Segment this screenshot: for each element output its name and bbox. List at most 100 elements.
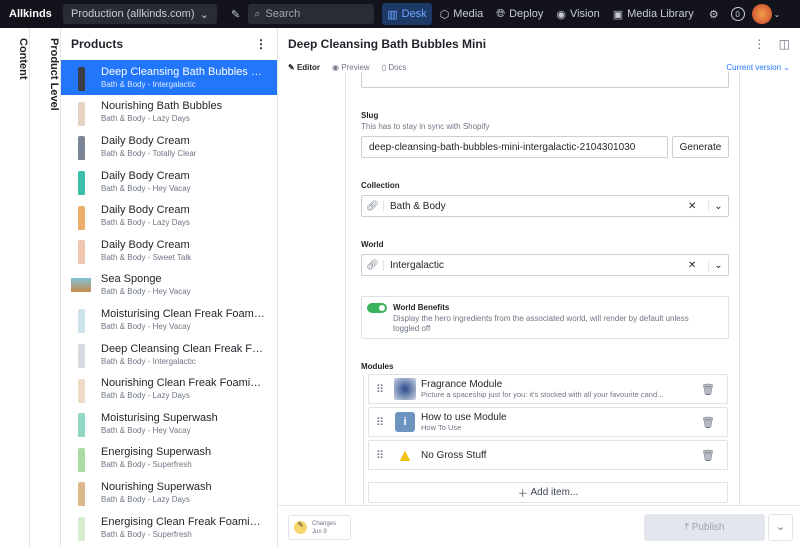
world-benefits-toggle[interactable] [367,303,387,313]
brand[interactable]: Allkinds [9,8,63,20]
product-thumbnail [71,340,91,369]
list-item[interactable]: Nourishing Superwash Bath & Body - Lazy D… [61,475,277,510]
modules-label: Modules [361,362,394,371]
changes-button[interactable]: ✎ Changes Jun 9 [288,515,351,540]
nav-vision[interactable]: ◉ Vision [551,3,604,25]
version-select[interactable]: Current version ⌄ [726,63,790,72]
chevron-down-icon[interactable]: ⌄ [708,259,728,271]
clear-icon[interactable]: ✕ [688,260,708,271]
list-item[interactable]: Deep Cleansing Bath Bubbles Mini Bath & B… [61,60,277,95]
pane-title: Products [71,37,124,51]
chevron-down-icon[interactable]: ⌄ [774,10,781,19]
help-icon[interactable]: ⚙ [709,8,719,21]
nav-label: Media Library [627,8,694,20]
publish-button[interactable]: ⤒ Publish [644,514,765,541]
slug-input[interactable]: deep-cleansing-bath-bubbles-mini-interga… [361,136,668,158]
world-benefits-description: Display the hero ingredients from the as… [393,314,689,333]
nav-deploy[interactable]: 🌐︎ Deploy [491,3,548,25]
drag-handle-icon[interactable]: ⠿ [369,416,391,429]
nav-label: Desk [401,8,427,20]
add-item-button[interactable]: ＋ Add item... [368,482,728,503]
tab-content[interactable]: Content [0,28,30,547]
nav-desk[interactable]: ▥ Desk [382,3,432,25]
item-title: Nourishing Clean Freak Foaming ... [101,377,266,390]
version-label: Current version [726,62,782,72]
more-icon[interactable]: ⋮ [753,37,765,51]
module-item[interactable]: ⠿ Fragrance Module Picture a spaceship jus… [368,374,728,404]
product-thumbnail [71,236,91,265]
product-thumbnail [71,271,91,299]
slug-description: This has to stay in sync with Shopify [361,122,490,131]
drag-handle-icon[interactable]: ⠿ [369,449,391,462]
list-item[interactable]: Energising Clean Freak Foaming H... Bath … [61,510,277,545]
module-title: Fragrance Module [421,379,503,390]
product-thumbnail [71,167,91,196]
search-input[interactable]: ⌕ Search [248,4,375,24]
previous-field[interactable] [361,72,729,88]
collection-reference[interactable]: 🔗︎ Bath & Body ✕ ⌄ [361,195,729,217]
item-title: Deep Cleansing Bath Bubbles Mini [101,65,266,78]
nav-media[interactable]: ⬡ Media [435,3,489,25]
dataset-label: Production (allkinds.com) [71,8,195,20]
globe-icon: 🌐︎ [496,7,506,20]
trash-icon[interactable]: 🗑︎ [701,449,727,462]
document-title: Deep Cleansing Bath Bubbles Mini [288,37,487,51]
item-subtitle: Bath & Body - Hey Vacay [101,321,191,331]
item-title: Moisturising Clean Freak Foaming ... [101,307,266,320]
tab-preview[interactable]: ◉ Preview [332,63,370,72]
search-placeholder: Search [265,8,301,20]
drag-handle-icon[interactable]: ⠿ [369,383,391,396]
split-pane-icon[interactable]: ◫ [779,37,790,51]
collection-value: Bath & Body [390,200,446,212]
slug-label: Slug [361,111,379,120]
list-item[interactable]: Daily Body Cream Bath & Body - Sweet Talk [61,233,277,268]
list-item[interactable]: Nourishing Bath Bubbles Bath & Body - Laz… [61,95,277,130]
compose-icon[interactable]: ✎ [231,8,240,21]
world-reference[interactable]: 🔗︎ Intergalactic ✕ ⌄ [361,254,729,276]
tab-docs[interactable]: ▯ Docs [382,63,407,72]
product-thumbnail [71,98,91,126]
tab-product-level[interactable]: Product Level [30,28,61,547]
notification-badge[interactable]: 0 [730,7,745,21]
world-value: Intergalactic [390,259,444,271]
list-item[interactable]: Moisturising Superwash Bath & Body - Hey … [61,406,277,441]
trash-icon[interactable]: 🗑︎ [701,383,727,396]
dataset-select[interactable]: Production (allkinds.com) ⌄ [63,4,217,24]
item-subtitle: Bath & Body - Intergalactic [101,79,196,89]
item-subtitle: Bath & Body - Superfresh [101,460,192,470]
list-item[interactable]: Energising Superwash Bath & Body - Superf… [61,441,277,476]
item-title: Nourishing Bath Bubbles [101,100,223,113]
image-icon: ▣ [612,8,624,21]
item-title: Daily Body Cream [101,204,190,217]
list-item[interactable]: Daily Body Cream Bath & Body - Hey Vacay [61,164,277,199]
publish-menu-button[interactable]: ⌄ [768,514,793,541]
nav-media-library[interactable]: ▣ Media Library [608,3,699,25]
product-thumbnail [71,409,91,438]
more-icon[interactable]: ⋮ [255,37,267,51]
add-item-label: Add item... [530,487,579,498]
module-item[interactable]: ⠿ ▲ No Gross Stuff 🗑︎ [368,440,728,470]
item-subtitle: Bath & Body - Sweet Talk [101,252,192,262]
item-title: Daily Body Cream [101,169,190,182]
list-item[interactable]: Moisturising Clean Freak Foaming ... Bath… [61,302,277,337]
module-item[interactable]: ⠿ i How to use Module How To Use 🗑︎ [368,407,728,437]
product-thumbnail [71,63,91,92]
item-subtitle: Bath & Body - Hey Vacay [101,425,191,435]
nav-label: Deploy [509,8,544,20]
item-subtitle: Bath & Body - Lazy Days [101,391,190,401]
list-item[interactable]: Daily Body Cream Bath & Body - Totally Cl… [61,129,277,164]
generate-button[interactable]: Generate [672,136,729,158]
list-item[interactable]: Nourishing Clean Freak Foaming ... Bath &… [61,371,277,406]
chevron-down-icon: ⌄ [199,8,209,21]
tab-editor[interactable]: ✎ Editor [288,63,320,72]
list-item[interactable]: Daily Body Cream Bath & Body - Lazy Days [61,198,277,233]
avatar[interactable] [751,4,772,24]
chevron-down-icon[interactable]: ⌄ [708,200,728,212]
clear-icon[interactable]: ✕ [688,201,708,212]
trash-icon[interactable]: 🗑︎ [701,416,727,429]
list-item[interactable]: Sea Sponge Bath & Body - Hey Vacay [61,268,277,303]
item-title: Moisturising Superwash [101,411,218,424]
list-item[interactable]: Deep Cleansing Clean Freak Foam... Bath &… [61,337,277,372]
world-benefits-label: World Benefits [393,303,450,312]
module-subtitle: How To Use [421,423,462,432]
